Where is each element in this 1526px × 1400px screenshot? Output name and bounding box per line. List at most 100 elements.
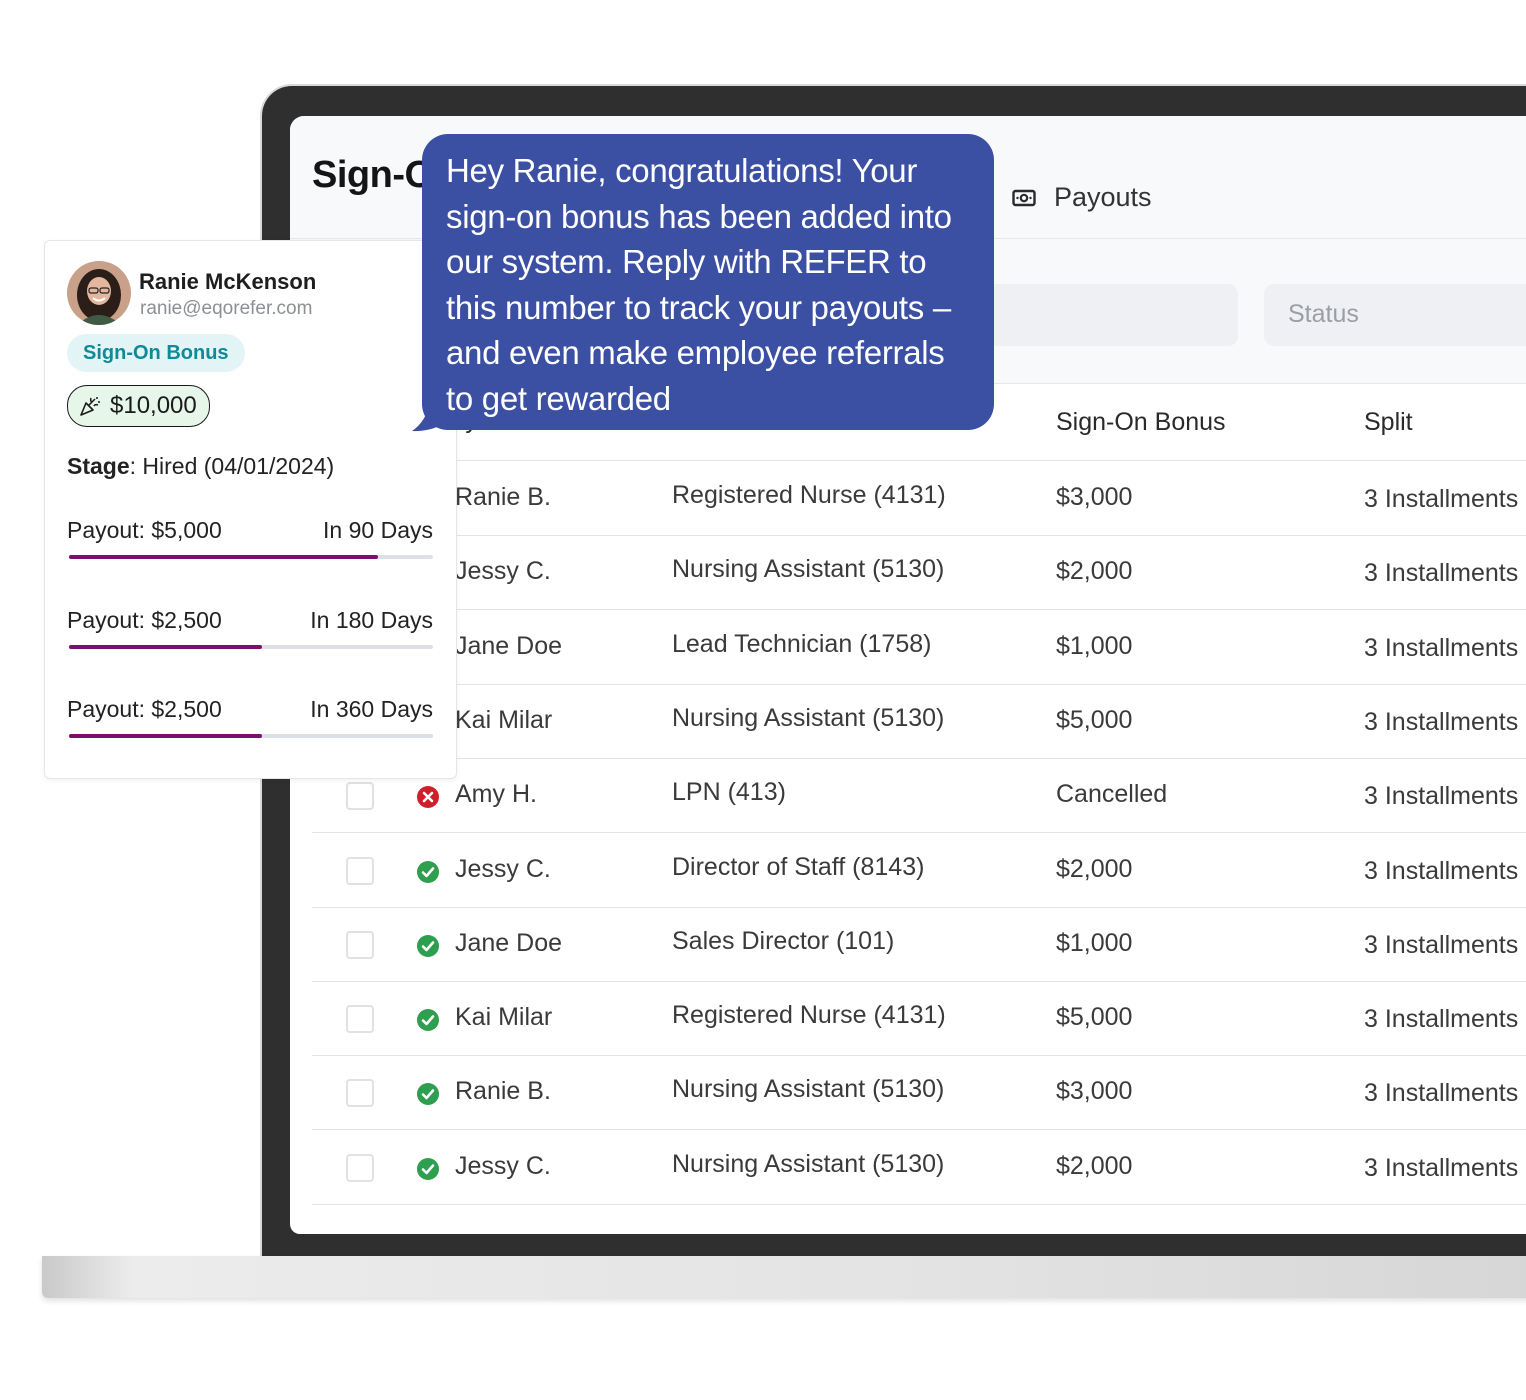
- table-row[interactable]: Kai Milar Registered Nurse (4131) $5,000 3 …: [312, 981, 1526, 1057]
- job-cell: Nursing Assistant (5130): [672, 1149, 945, 1178]
- split-cell: 3 Installments: [1364, 633, 1519, 662]
- employee-name-cell: Jessy C.: [455, 557, 551, 586]
- check-circle-icon: [417, 1083, 439, 1106]
- job-cell: Nursing Assistant (5130): [672, 1075, 945, 1104]
- laptop-base: [42, 1256, 1526, 1298]
- sms-message-text: Hey Ranie, congratulations! Your sign-on…: [446, 152, 952, 417]
- check-circle-icon: [417, 860, 439, 883]
- payout-progress-fill: [69, 555, 379, 559]
- table-row[interactable]: Jane Doe Sales Director (101) $1,000 3 Inst…: [312, 907, 1526, 982]
- page-title: Sign-O: [312, 154, 434, 196]
- column-sign-on-bonus[interactable]: Sign-On Bonus: [1056, 408, 1226, 437]
- sign-on-bonus-cell: $3,000: [1056, 483, 1133, 511]
- row-checkbox[interactable]: [346, 1005, 374, 1034]
- payout-item: Payout: $5,000 In 90 Days: [67, 517, 433, 559]
- sign-on-bonus-cell: $3,000: [1056, 1077, 1133, 1106]
- table-row[interactable]: Jane Doe Lead Technician (1758) $1,000 3 In…: [312, 610, 1526, 685]
- employee-name-cell: Kai Milar: [455, 705, 553, 734]
- employee-name-cell: Ranie B.: [455, 483, 551, 511]
- payout-progress-fill: [69, 734, 262, 738]
- payout-item: Payout: $2,500 In 180 Days: [67, 607, 433, 649]
- job-cell: Registered Nurse (4131): [672, 1001, 946, 1030]
- employee-name-cell: Jessy C.: [455, 854, 551, 883]
- check-circle-icon: [417, 1157, 439, 1180]
- tab-payouts-label: Payouts: [1054, 182, 1152, 212]
- hiring-stage: Stage: Hired (04/01/2024): [67, 453, 334, 480]
- split-cell: 3 Installments: [1364, 782, 1519, 811]
- sign-on-bonus-cell: $5,000: [1056, 705, 1133, 734]
- split-cell: 3 Installments: [1364, 1005, 1519, 1034]
- sign-on-bonus-cell: $2,000: [1056, 557, 1133, 586]
- job-cell: Nursing Assistant (5130): [672, 555, 945, 584]
- split-cell: 3 Installments: [1364, 707, 1519, 736]
- sign-on-bonus-cell: Cancelled: [1056, 780, 1168, 809]
- split-cell: 3 Installments: [1364, 930, 1519, 959]
- split-cell: 3 Installments: [1364, 559, 1519, 588]
- job-cell: Nursing Assistant (5130): [672, 703, 945, 732]
- party-popper-icon: [80, 397, 100, 416]
- payout-amount: Payout: $2,500: [67, 696, 222, 722]
- table-row[interactable]: Jessy C. Nursing Assistant (5130) $2,000 3 …: [312, 1130, 1526, 1205]
- avatar: [67, 261, 131, 325]
- payout-progress-track: [69, 555, 433, 559]
- status-filter-placeholder: Status: [1288, 300, 1359, 328]
- table-row[interactable]: Jessy C. Nursing Assistant (5130) $2,000 3 …: [312, 535, 1526, 611]
- status-filter[interactable]: Status: [1264, 284, 1526, 346]
- table-row[interactable]: Ranie B. Nursing Assistant (5130) $3,000 3 …: [312, 1055, 1526, 1131]
- employee-name-cell: Ranie B.: [455, 1077, 551, 1106]
- employee-profile-card: Ranie McKenson ranie@eqorefer.com Sign-O…: [44, 240, 457, 779]
- split-cell: 3 Installments: [1364, 856, 1519, 885]
- sign-on-bonus-cell: $5,000: [1056, 1003, 1133, 1032]
- table-row[interactable]: Kai Milar Nursing Assistant (5130) $5,000 3…: [312, 684, 1526, 759]
- payout-amount: Payout: $5,000: [67, 517, 222, 543]
- employee-name-cell: Jane Doe: [455, 631, 563, 660]
- bonus-amount-pill: $10,000: [67, 385, 210, 427]
- sign-on-bonus-cell: $2,000: [1056, 1151, 1133, 1180]
- tab-payouts[interactable]: Payouts: [1012, 182, 1152, 213]
- job-cell: Registered Nurse (4131): [672, 481, 946, 509]
- job-cell: Lead Technician (1758): [672, 629, 932, 658]
- x-circle-icon: [417, 786, 439, 809]
- payout-item: Payout: $2,500 In 360 Days: [67, 696, 433, 738]
- money-icon: [1012, 189, 1036, 206]
- job-cell: Director of Staff (8143): [672, 852, 925, 881]
- table-row[interactable]: Jessy C. Director of Staff (8143) $2,000 3 …: [312, 833, 1526, 908]
- column-split[interactable]: Split: [1364, 408, 1413, 437]
- stage-value: : Hired (04/01/2024): [129, 453, 335, 479]
- split-cell: 3 Installments: [1364, 1079, 1519, 1108]
- job-cell: Sales Director (101): [672, 926, 895, 955]
- payout-progress-track: [69, 645, 433, 649]
- stage-label: Stage: [67, 453, 130, 479]
- payout-timing: In 360 Days: [310, 696, 433, 722]
- sign-on-bonus-cell: $1,000: [1056, 631, 1133, 660]
- split-cell: 3 Installments: [1364, 485, 1519, 513]
- row-checkbox[interactable]: [346, 782, 374, 811]
- payout-progress-track: [69, 734, 433, 738]
- payout-progress-fill: [69, 645, 262, 649]
- table-row[interactable]: Ranie B. Registered Nurse (4131) $3,000 3 I…: [312, 461, 1526, 536]
- row-checkbox[interactable]: [346, 930, 374, 959]
- sign-on-bonus-badge: Sign-On Bonus: [67, 334, 245, 372]
- sign-on-bonus-cell: $1,000: [1056, 928, 1133, 957]
- job-cell: LPN (413): [672, 778, 786, 807]
- row-checkbox[interactable]: [346, 1079, 374, 1108]
- payout-timing: In 90 Days: [323, 517, 433, 543]
- sign-on-bonus-cell: $2,000: [1056, 854, 1133, 883]
- employee-email: ranie@eqorefer.com: [140, 298, 313, 319]
- employee-name-cell: Amy H.: [455, 780, 537, 809]
- employee-name: Ranie McKenson: [139, 269, 317, 294]
- sms-message-bubble: Hey Ranie, congratulations! Your sign-on…: [422, 134, 994, 430]
- payout-timing: In 180 Days: [310, 607, 433, 633]
- employee-name-cell: Jessy C.: [455, 1151, 551, 1180]
- split-cell: 3 Installments: [1364, 1153, 1519, 1182]
- row-checkbox[interactable]: [346, 856, 374, 885]
- check-circle-icon: [417, 1009, 439, 1032]
- employee-name-cell: Kai Milar: [455, 1003, 553, 1032]
- employee-name-cell: Jane Doe: [455, 928, 563, 957]
- table-row[interactable]: Amy H. LPN (413) Cancelled 3 Installments: [312, 758, 1526, 834]
- bonus-amount: $10,000: [110, 392, 197, 419]
- check-circle-icon: [417, 934, 439, 957]
- row-checkbox[interactable]: [346, 1153, 374, 1182]
- payouts-table: ployee Job Hired For Sign-On Bonus Split…: [312, 383, 1526, 1234]
- payout-amount: Payout: $2,500: [67, 607, 222, 633]
